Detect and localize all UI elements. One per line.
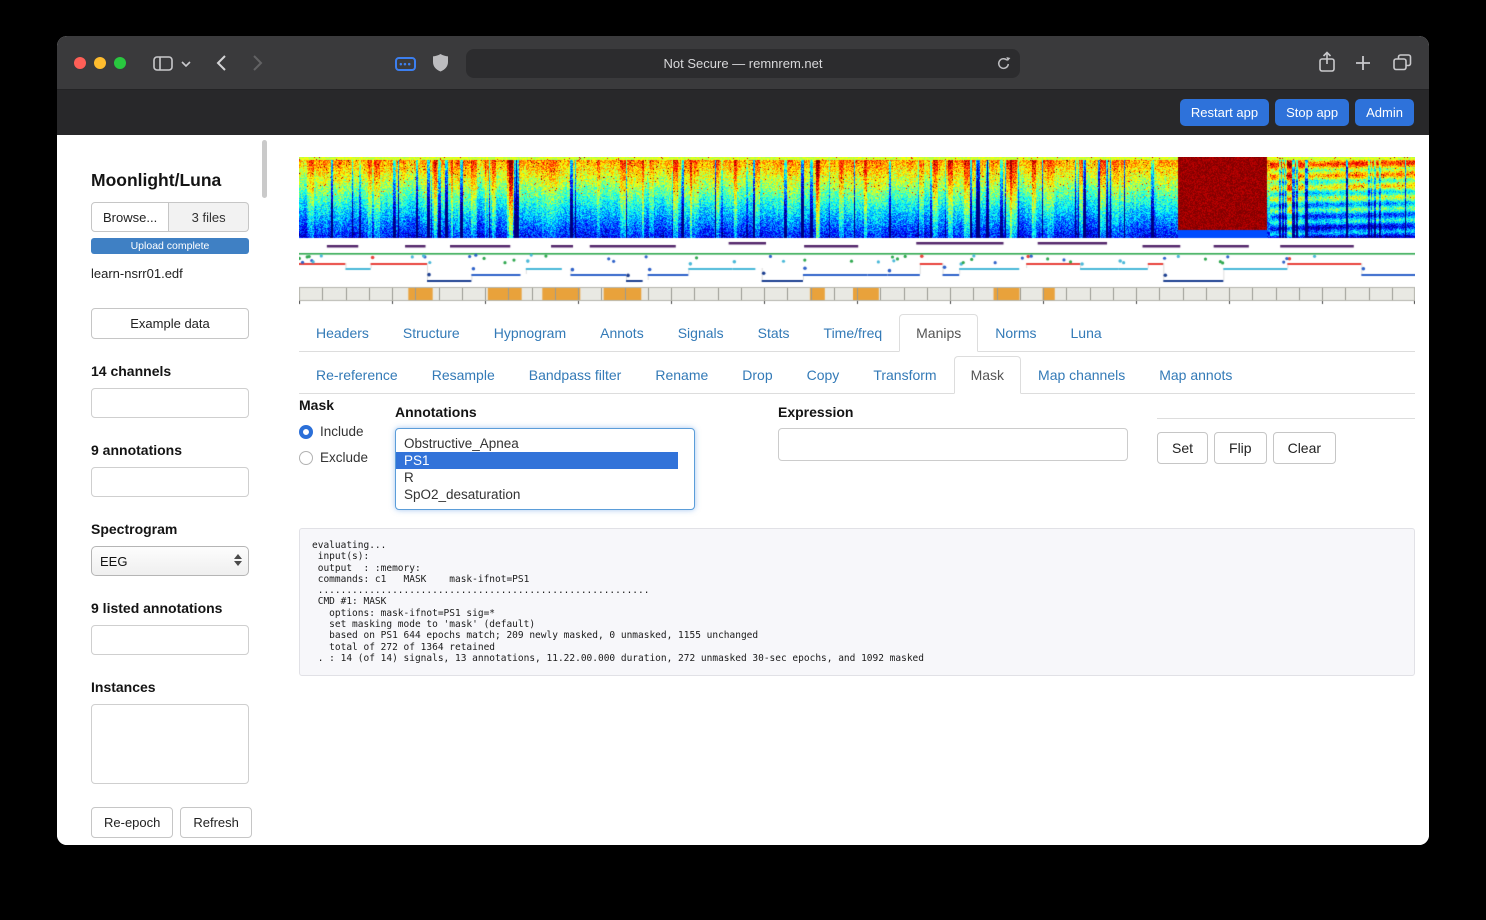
console-text: evaluating... input(s): output : :memory…: [312, 540, 1402, 664]
chevron-down-icon[interactable]: [181, 61, 191, 67]
shield-icon[interactable]: [433, 54, 448, 72]
traffic-lights: [74, 57, 126, 69]
annotations-input[interactable]: [91, 467, 249, 497]
tab-annots[interactable]: Annots: [583, 314, 661, 352]
listbox-option-selected[interactable]: PS1: [396, 452, 678, 469]
address-bar[interactable]: Not Secure — remnrem.net: [466, 49, 1020, 78]
subtab-copy[interactable]: Copy: [790, 356, 857, 394]
tab-hypnogram[interactable]: Hypnogram: [477, 314, 583, 352]
mask-mode-column: Mask Include Exclude: [299, 397, 395, 510]
channels-input[interactable]: [91, 388, 249, 418]
annotations-label: 9 annotations: [91, 442, 270, 458]
expression-column: Expression: [778, 404, 1128, 510]
file-count-field: 3 files: [169, 202, 249, 232]
spectrogram-channel-select[interactable]: EEG: [91, 546, 249, 576]
exclude-radio-label: Exclude: [320, 450, 368, 465]
zoom-window-button[interactable]: [114, 57, 126, 69]
exclude-radio-row[interactable]: Exclude: [299, 450, 395, 465]
file-input-group: Browse... 3 files: [91, 202, 249, 232]
subtab-map-annots[interactable]: Map annots: [1142, 356, 1249, 394]
restart-app-button[interactable]: Restart app: [1180, 99, 1269, 126]
browse-button[interactable]: Browse...: [91, 202, 169, 232]
subtab-rereference[interactable]: Re-reference: [299, 356, 415, 394]
console-output: evaluating... input(s): output : :memory…: [299, 528, 1415, 676]
browser-toolbar: ••• Not Secure — remnrem.net: [57, 36, 1429, 90]
listbox-option[interactable]: R: [396, 469, 694, 486]
main-panel: Headers Structure Hypnogram Annots Signa…: [270, 135, 1429, 845]
subtab-transform[interactable]: Transform: [856, 356, 953, 394]
listed-annotations-label: 9 listed annotations: [91, 600, 270, 616]
tab-manips[interactable]: Manips: [899, 314, 978, 352]
app-header: Restart app Stop app Admin: [57, 90, 1429, 135]
tab-norms[interactable]: Norms: [978, 314, 1053, 352]
subtab-drop[interactable]: Drop: [725, 356, 789, 394]
instances-label: Instances: [91, 679, 270, 695]
sidebar: Moonlight/Luna Browse... 3 files Upload …: [57, 135, 270, 845]
annotations-listbox[interactable]: Obstructive_Apnea PS1 R SpO2_desaturatio…: [395, 428, 695, 510]
expression-label: Expression: [778, 404, 1128, 420]
subtab-bandpass[interactable]: Bandpass filter: [512, 356, 639, 394]
instances-textarea[interactable]: [91, 704, 249, 784]
app-title: Moonlight/Luna: [91, 170, 270, 191]
example-data-button[interactable]: Example data: [91, 308, 249, 339]
mask-label: Mask: [299, 397, 395, 413]
tab-signals[interactable]: Signals: [661, 314, 741, 352]
browser-window: ••• Not Secure — remnrem.net: [57, 36, 1429, 845]
sidebar-buttons: Re-epoch Refresh: [91, 807, 270, 838]
tab-structure[interactable]: Structure: [386, 314, 477, 352]
back-icon[interactable]: [216, 54, 227, 72]
mask-controls: Mask Include Exclude Annotations: [299, 404, 1415, 510]
tab-timefreq[interactable]: Time/freq: [807, 314, 900, 352]
spectrogram-label: Spectrogram: [91, 521, 270, 537]
sidebar-scrollbar[interactable]: [262, 140, 267, 198]
admin-button[interactable]: Admin: [1355, 99, 1414, 126]
minimize-window-button[interactable]: [94, 57, 106, 69]
action-buttons: Set Flip Clear: [1157, 432, 1415, 464]
include-radio-label: Include: [320, 424, 364, 439]
close-window-button[interactable]: [74, 57, 86, 69]
subtab-map-channels[interactable]: Map channels: [1021, 356, 1142, 394]
refresh-icon[interactable]: [996, 56, 1011, 71]
desktop: ••• Not Secure — remnrem.net: [0, 0, 1486, 920]
subtab-mask[interactable]: Mask: [954, 356, 1021, 394]
annotations-list-label: Annotations: [395, 404, 695, 420]
subtab-rename[interactable]: Rename: [638, 356, 725, 394]
annotations-column: Annotations Obstructive_Apnea PS1 R SpO2…: [395, 404, 695, 510]
reepoch-button[interactable]: Re-epoch: [91, 807, 173, 838]
tab-group-icon[interactable]: •••: [395, 57, 416, 71]
spectrogram-channel-value: EEG: [100, 554, 127, 569]
exclude-radio[interactable]: [299, 451, 313, 465]
expression-input[interactable]: [778, 428, 1128, 461]
manips-subtabs: Re-reference Resample Bandpass filter Re…: [299, 356, 1415, 394]
actions-divider: [1157, 418, 1415, 419]
tab-luna[interactable]: Luna: [1054, 314, 1119, 352]
new-tab-icon[interactable]: [1355, 55, 1371, 71]
flip-button[interactable]: Flip: [1214, 432, 1267, 464]
listed-annotations-input[interactable]: [91, 625, 249, 655]
tab-stats[interactable]: Stats: [741, 314, 807, 352]
include-radio[interactable]: [299, 425, 313, 439]
loaded-file-name: learn-nsrr01.edf: [91, 266, 270, 281]
subtab-resample[interactable]: Resample: [415, 356, 512, 394]
tab-headers[interactable]: Headers: [299, 314, 386, 352]
tab-overview-icon[interactable]: [1393, 54, 1412, 71]
clear-button[interactable]: Clear: [1273, 432, 1336, 464]
listbox-option[interactable]: Obstructive_Apnea: [396, 435, 694, 452]
forward-icon[interactable]: [252, 54, 263, 72]
actions-column: Set Flip Clear: [1157, 404, 1415, 510]
channels-label: 14 channels: [91, 363, 270, 379]
stop-app-button[interactable]: Stop app: [1275, 99, 1349, 126]
listbox-option[interactable]: SpO2_desaturation: [396, 486, 694, 503]
page-content: Moonlight/Luna Browse... 3 files Upload …: [57, 135, 1429, 845]
sidebar-toggle-icon[interactable]: [153, 56, 173, 71]
url-text: Not Secure — remnrem.net: [664, 56, 823, 71]
refresh-button[interactable]: Refresh: [180, 807, 252, 838]
set-button[interactable]: Set: [1157, 432, 1208, 464]
spectrogram-hypnogram-plot: [299, 157, 1415, 305]
include-radio-row[interactable]: Include: [299, 424, 395, 439]
upload-progress-bar: Upload complete: [91, 238, 249, 254]
select-stepper-icon: [234, 554, 242, 566]
share-icon[interactable]: [1318, 51, 1336, 73]
main-tabs: Headers Structure Hypnogram Annots Signa…: [299, 314, 1415, 352]
